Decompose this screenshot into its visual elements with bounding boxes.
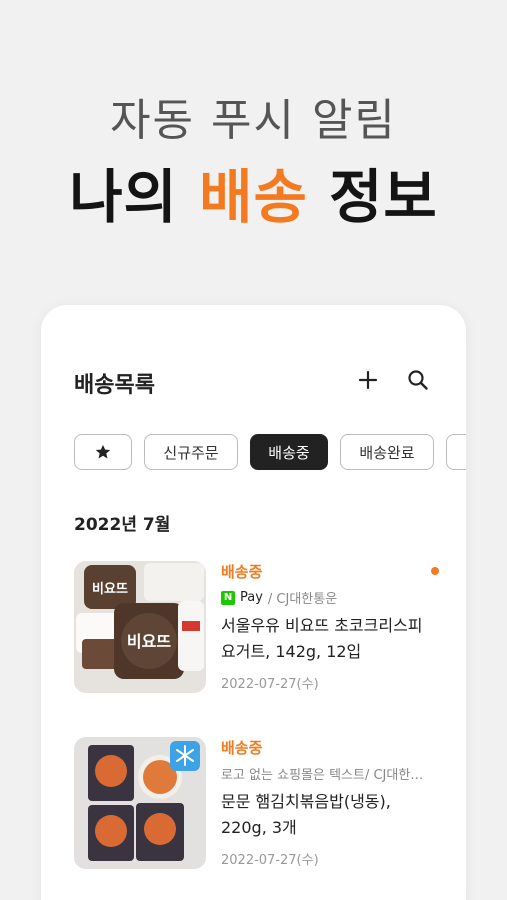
hero-title-accent: 배송	[199, 163, 308, 231]
plus-icon	[358, 370, 378, 390]
filter-more-chip[interactable]	[446, 434, 466, 470]
product-thumbnail: 비요뜨 비요뜨	[74, 561, 206, 693]
unread-dot	[431, 567, 439, 575]
pay-label: Pay	[240, 590, 263, 605]
filter-shipping-chip[interactable]: 배송중	[250, 434, 328, 470]
order-date: 2022-07-27(수)	[221, 677, 319, 692]
month-header: 2022년 7월	[74, 515, 171, 535]
order-item[interactable]: 비요뜨 비요뜨 배송중 N Pay / CJ대한통운 서울우유 비요뜨 초코크리…	[74, 561, 441, 693]
product-thumbnail	[74, 737, 206, 869]
order-status: 배송중	[221, 739, 263, 757]
filter-chips: 신규주문 배송중 배송완료	[74, 434, 466, 470]
star-icon	[95, 444, 111, 459]
chip-label: 배송중	[268, 443, 310, 462]
search-button[interactable]	[405, 367, 431, 393]
chip-label: 배송완료	[359, 443, 415, 462]
yogurt-product-image: 비요뜨 비요뜨	[74, 561, 206, 693]
order-shop: 로고 없는 쇼핑몰은 텍스트/ CJ대한…	[221, 764, 441, 783]
order-info: 배송중 N Pay / CJ대한통운 서울우유 비요뜨 초코크리스피 요거트, …	[221, 561, 441, 665]
delivery-list-card: 배송목록 신규주문 배송중 배송완료 2022년 7월 비요뜨 비요뜨 배송중 …	[41, 305, 466, 900]
naver-pay-icon: N	[221, 590, 235, 605]
courier-label: 로고 없는 쇼핑몰은 텍스트/ CJ대한…	[221, 768, 424, 783]
order-status: 배송중	[221, 563, 263, 581]
search-icon	[408, 370, 428, 390]
svg-text:비요뜨: 비요뜨	[92, 582, 128, 597]
filter-favorites-chip[interactable]	[74, 434, 132, 470]
courier-label: / CJ대한통운	[267, 592, 338, 607]
chip-label: 신규주문	[163, 443, 219, 462]
hero-title-prefix: 나의	[69, 163, 178, 231]
filter-delivered-chip[interactable]: 배송완료	[340, 434, 434, 470]
hero-subtitle: 자동 푸시 알림	[110, 95, 397, 146]
order-item[interactable]: 배송중 로고 없는 쇼핑몰은 텍스트/ CJ대한… 문문 햄김치볶음밥(냉동),…	[74, 737, 441, 869]
hero-title-suffix: 정보	[329, 163, 438, 231]
svg-text:비요뜨: 비요뜨	[127, 632, 171, 651]
page-title: 배송목록	[74, 373, 155, 398]
add-button[interactable]	[355, 367, 381, 393]
order-date: 2022-07-27(수)	[221, 853, 319, 868]
product-name: 문문 햄김치볶음밥(냉동), 220g, 3개	[221, 792, 391, 837]
order-info: 배송중 로고 없는 쇼핑몰은 텍스트/ CJ대한… 문문 햄김치볶음밥(냉동),…	[221, 737, 441, 841]
card-header: 배송목록	[74, 367, 433, 398]
hero-title: 나의 배송 정보	[0, 150, 507, 234]
filter-new-order-chip[interactable]: 신규주문	[144, 434, 238, 470]
product-name: 서울우유 비요뜨 초코크리스피 요거트, 142g, 12입	[221, 616, 423, 661]
fried-rice-product-image	[74, 737, 206, 869]
order-shop: N Pay / CJ대한통운	[221, 588, 441, 607]
